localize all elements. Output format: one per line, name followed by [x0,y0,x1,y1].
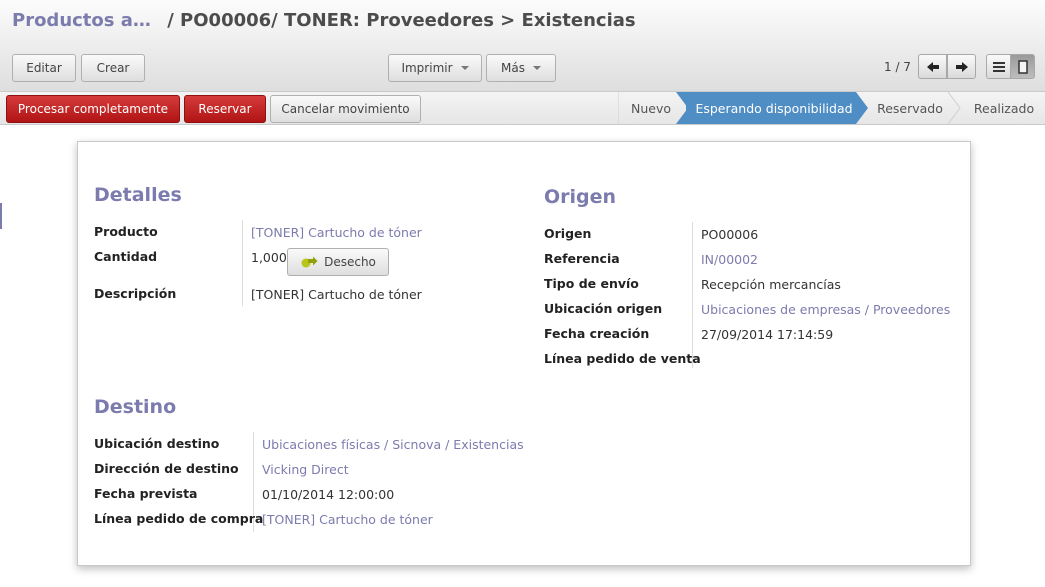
breadcrumb-separator: / [167,10,174,31]
shipping-type-label: Tipo de envío [544,276,639,291]
product-link[interactable]: [TONER] Cartucho de tóner [251,225,422,240]
purchase-line-link[interactable]: [TONER] Cartucho de tóner [262,512,433,527]
create-button[interactable]: Crear [81,54,145,82]
expected-date-label: Fecha prevista [94,486,198,501]
sale-line-label: Línea pedido de venta [544,351,701,366]
stage-divider-icon [948,92,961,124]
arrow-left-icon [926,61,939,72]
pager-value: 1 / 7 [884,60,911,74]
origin-value: PO00006 [701,227,759,242]
caret-down-icon [532,66,541,70]
form-icon [1017,59,1028,74]
description-label: Descripción [94,286,177,301]
quantity-label: Cantidad [94,249,158,264]
scrap-button[interactable]: Desecho [287,248,389,276]
scrap-arrow-icon [301,256,318,268]
field-divider [692,222,693,368]
previous-record-button[interactable] [918,54,947,79]
caret-down-icon [460,66,469,70]
form-view-button[interactable] [1010,54,1035,79]
breadcrumb-parent-link[interactable]: Productos a… [12,10,151,31]
stage-reservado[interactable]: Reservado [870,92,950,124]
description-value: [TONER] Cartucho de tóner [251,287,422,302]
form-sheet: Detalles Producto [TONER] Cartucho de tó… [77,141,971,566]
field-divider [242,220,243,306]
stage-arrow-icon [676,92,690,124]
edit-button[interactable]: Editar [12,54,76,82]
next-record-button[interactable] [947,54,976,79]
destination-title: Destino [94,396,177,418]
reserve-button[interactable]: Reservar [184,95,266,123]
control-panel: Productos a… / PO00006/ TONER: Proveedor… [0,0,1045,92]
reference-label: Referencia [544,251,620,266]
cancel-move-button[interactable]: Cancelar movimiento [270,95,421,123]
left-edge-marker [0,203,2,229]
breadcrumb: Productos a… / PO00006/ TONER: Proveedor… [12,10,636,31]
print-dropdown-label: Imprimir [401,61,453,75]
source-location-link[interactable]: Ubicaciones de empresas / Proveedores [701,302,950,317]
list-view-button[interactable] [986,54,1011,79]
creation-date-label: Fecha creación [544,326,650,341]
stage-esperando-disponibilidad[interactable]: Esperando disponibilidad [686,92,856,124]
purchase-line-label: Línea pedido de compra [94,511,264,526]
list-icon [992,61,1005,72]
breadcrumb-current: PO00006/ TONER: Proveedores > Existencia… [180,10,636,31]
reference-link[interactable]: IN/00002 [701,252,758,267]
print-dropdown[interactable]: Imprimir [388,54,482,82]
quantity-value: 1,000 [251,250,287,265]
creation-date-value: 27/09/2014 17:14:59 [701,327,834,342]
dest-address-label: Dirección de destino [94,461,239,476]
product-label: Producto [94,224,158,239]
details-title: Detalles [94,184,182,206]
arrow-right-icon [955,61,968,72]
status-bar: Procesar completamente Reservar Cancelar… [0,92,1045,125]
origin-title: Origen [544,186,617,208]
dest-address-link[interactable]: Vicking Direct [262,462,349,477]
stage-arrow-icon [856,92,868,124]
dest-location-label: Ubicación destino [94,436,220,451]
source-location-label: Ubicación origen [544,301,663,316]
stage-bar: Nuevo Esperando disponibilidad Reservado… [618,92,1045,124]
more-dropdown[interactable]: Más [486,54,556,82]
stage-nuevo[interactable]: Nuevo [620,92,682,124]
shipping-type-value: Recepción mercancías [701,277,841,292]
process-all-button[interactable]: Procesar completamente [6,95,180,123]
more-dropdown-label: Más [501,61,525,75]
origin-label: Origen [544,226,592,241]
dest-location-link[interactable]: Ubicaciones físicas / Sicnova / Existenc… [262,437,524,452]
expected-date-value: 01/10/2014 12:00:00 [262,487,395,502]
scrap-button-label: Desecho [324,255,376,269]
stage-realizado[interactable]: Realizado [964,92,1044,124]
